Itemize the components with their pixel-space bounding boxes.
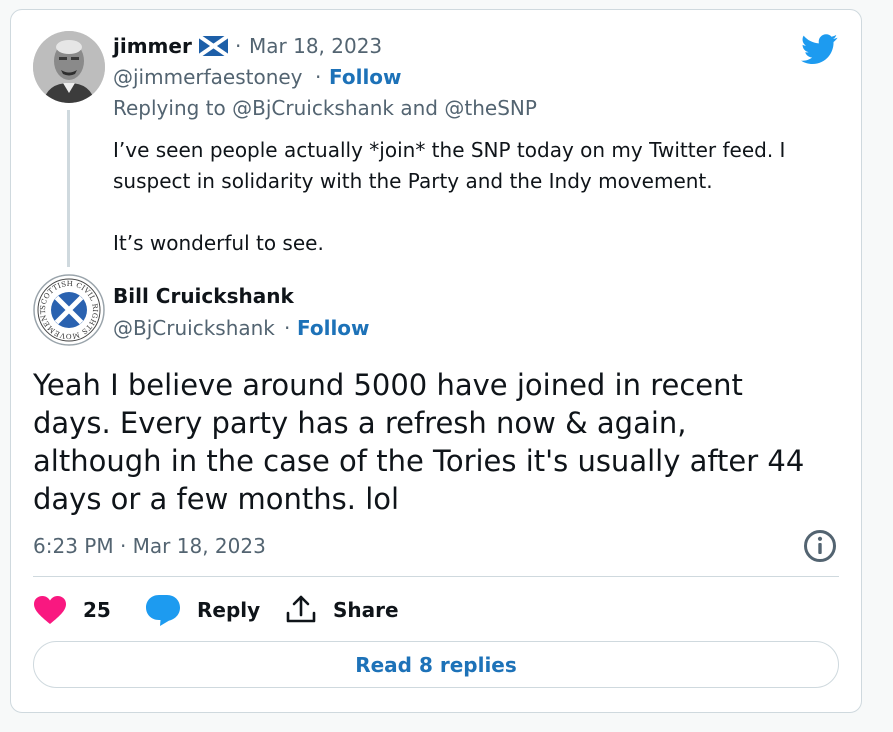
replying-to-and: and xyxy=(400,96,439,120)
mention-link[interactable]: @BjCruickshank xyxy=(232,96,394,120)
tweet-date[interactable]: Mar 18, 2023 xyxy=(249,34,382,58)
twitter-bird-icon[interactable] xyxy=(801,34,838,65)
share-label: Share xyxy=(333,598,399,622)
read-replies-button[interactable]: Read 8 replies xyxy=(33,641,839,688)
avatar-jimmer[interactable] xyxy=(33,31,105,103)
author-handle[interactable]: @jimmerfaestoney xyxy=(113,65,303,89)
reply-button[interactable]: Reply xyxy=(145,590,260,630)
author-name[interactable]: Bill Cruickshank xyxy=(113,284,294,308)
scottish-civil-rights-logo-icon: SCOTTISH CIVIL RIGHTS MOVEMENT xyxy=(33,274,105,346)
follow-button[interactable]: Follow xyxy=(329,65,402,89)
divider xyxy=(33,576,839,577)
avatar-bill-cruickshank[interactable]: SCOTTISH CIVIL RIGHTS MOVEMENT xyxy=(33,274,105,346)
portrait-icon xyxy=(33,31,105,103)
mention-link[interactable]: @theSNP xyxy=(444,96,537,120)
tweet-paragraph: I’ve seen people actually *join* the SNP… xyxy=(113,138,786,193)
scotland-flag-icon xyxy=(199,36,228,56)
reply-bubble-icon xyxy=(146,595,180,626)
share-upload-icon xyxy=(286,595,316,623)
tweet-paragraph: It’s wonderful to see. xyxy=(113,231,324,255)
parent-tweet-text: I’ve seen people actually *join* the SNP… xyxy=(113,135,833,259)
author-name[interactable]: jimmer xyxy=(113,34,192,58)
separator: · xyxy=(235,34,242,58)
like-count: 25 xyxy=(83,598,111,622)
replying-to-prefix: Replying to xyxy=(113,96,226,120)
author-handle[interactable]: @BjCruickshank xyxy=(113,316,275,340)
tweet-timestamp[interactable]: 6:23 PM · Mar 18, 2023 xyxy=(33,534,266,558)
replying-to-line: Replying to @BjCruickshank and @theSNP xyxy=(113,96,537,120)
separator: · xyxy=(315,65,322,89)
heart-icon xyxy=(34,596,66,624)
like-button[interactable]: 25 xyxy=(33,590,111,630)
main-tweet-text: Yeah I believe around 5000 have joined i… xyxy=(33,368,805,516)
follow-button[interactable]: Follow xyxy=(297,316,370,340)
share-button[interactable]: Share xyxy=(285,590,399,630)
reply-label: Reply xyxy=(197,598,261,622)
thread-connector-line xyxy=(67,110,70,267)
tweet-embed-card: jimmer · Mar 18, 2023 @jimmerfaestoney ·… xyxy=(10,9,862,713)
separator: · xyxy=(284,316,291,340)
info-icon[interactable] xyxy=(803,529,837,563)
